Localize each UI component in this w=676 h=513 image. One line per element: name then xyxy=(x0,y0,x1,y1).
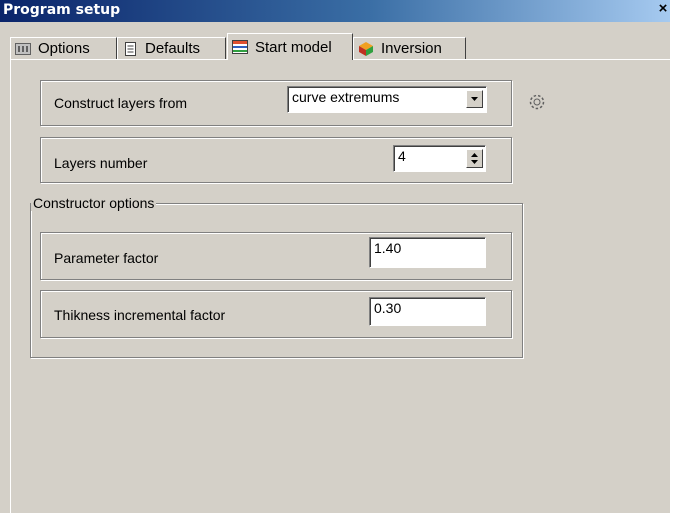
layers-label: Layers number xyxy=(54,155,148,171)
tab-options[interactable]: Options xyxy=(10,37,117,59)
layers-icon xyxy=(232,40,248,54)
tab-start-model-label: Start model xyxy=(255,38,332,56)
cube-icon xyxy=(358,41,374,56)
layers-stepper-buttons[interactable] xyxy=(466,149,483,168)
thickness-factor-label: Thikness incremental factor xyxy=(54,307,226,323)
tab-options-label: Options xyxy=(38,40,90,57)
parameter-factor-label: Parameter factor xyxy=(54,250,159,266)
tab-inversion-label: Inversion xyxy=(381,40,442,57)
tab-defaults-label: Defaults xyxy=(145,40,201,57)
construct-label: Construct layers from xyxy=(54,95,188,111)
title-bar: Program setup xyxy=(0,0,670,22)
construct-dropdown-button[interactable] xyxy=(466,90,483,108)
layers-spinner-value: 4 xyxy=(398,148,406,164)
parameter-factor-input[interactable]: 1.40 xyxy=(369,237,486,268)
window-title: Program setup xyxy=(3,2,121,18)
window-edge xyxy=(670,0,676,513)
tab-inversion[interactable]: Inversion xyxy=(353,37,466,59)
tab-start-model[interactable]: Start model xyxy=(227,33,353,60)
tab-defaults[interactable]: Defaults xyxy=(117,37,226,59)
thickness-factor-input[interactable]: 0.30 xyxy=(369,297,486,326)
construct-select-value: curve extremums xyxy=(292,89,400,105)
gear-icon[interactable] xyxy=(527,92,547,112)
options-icon xyxy=(15,42,31,56)
thickness-factor-value: 0.30 xyxy=(374,300,402,316)
parameter-factor-value: 1.40 xyxy=(374,240,402,256)
document-icon xyxy=(122,41,138,56)
close-button[interactable]: × xyxy=(656,1,670,17)
construct-select[interactable]: curve extremums xyxy=(287,86,487,113)
constructor-options-title: Constructor options xyxy=(31,195,157,211)
